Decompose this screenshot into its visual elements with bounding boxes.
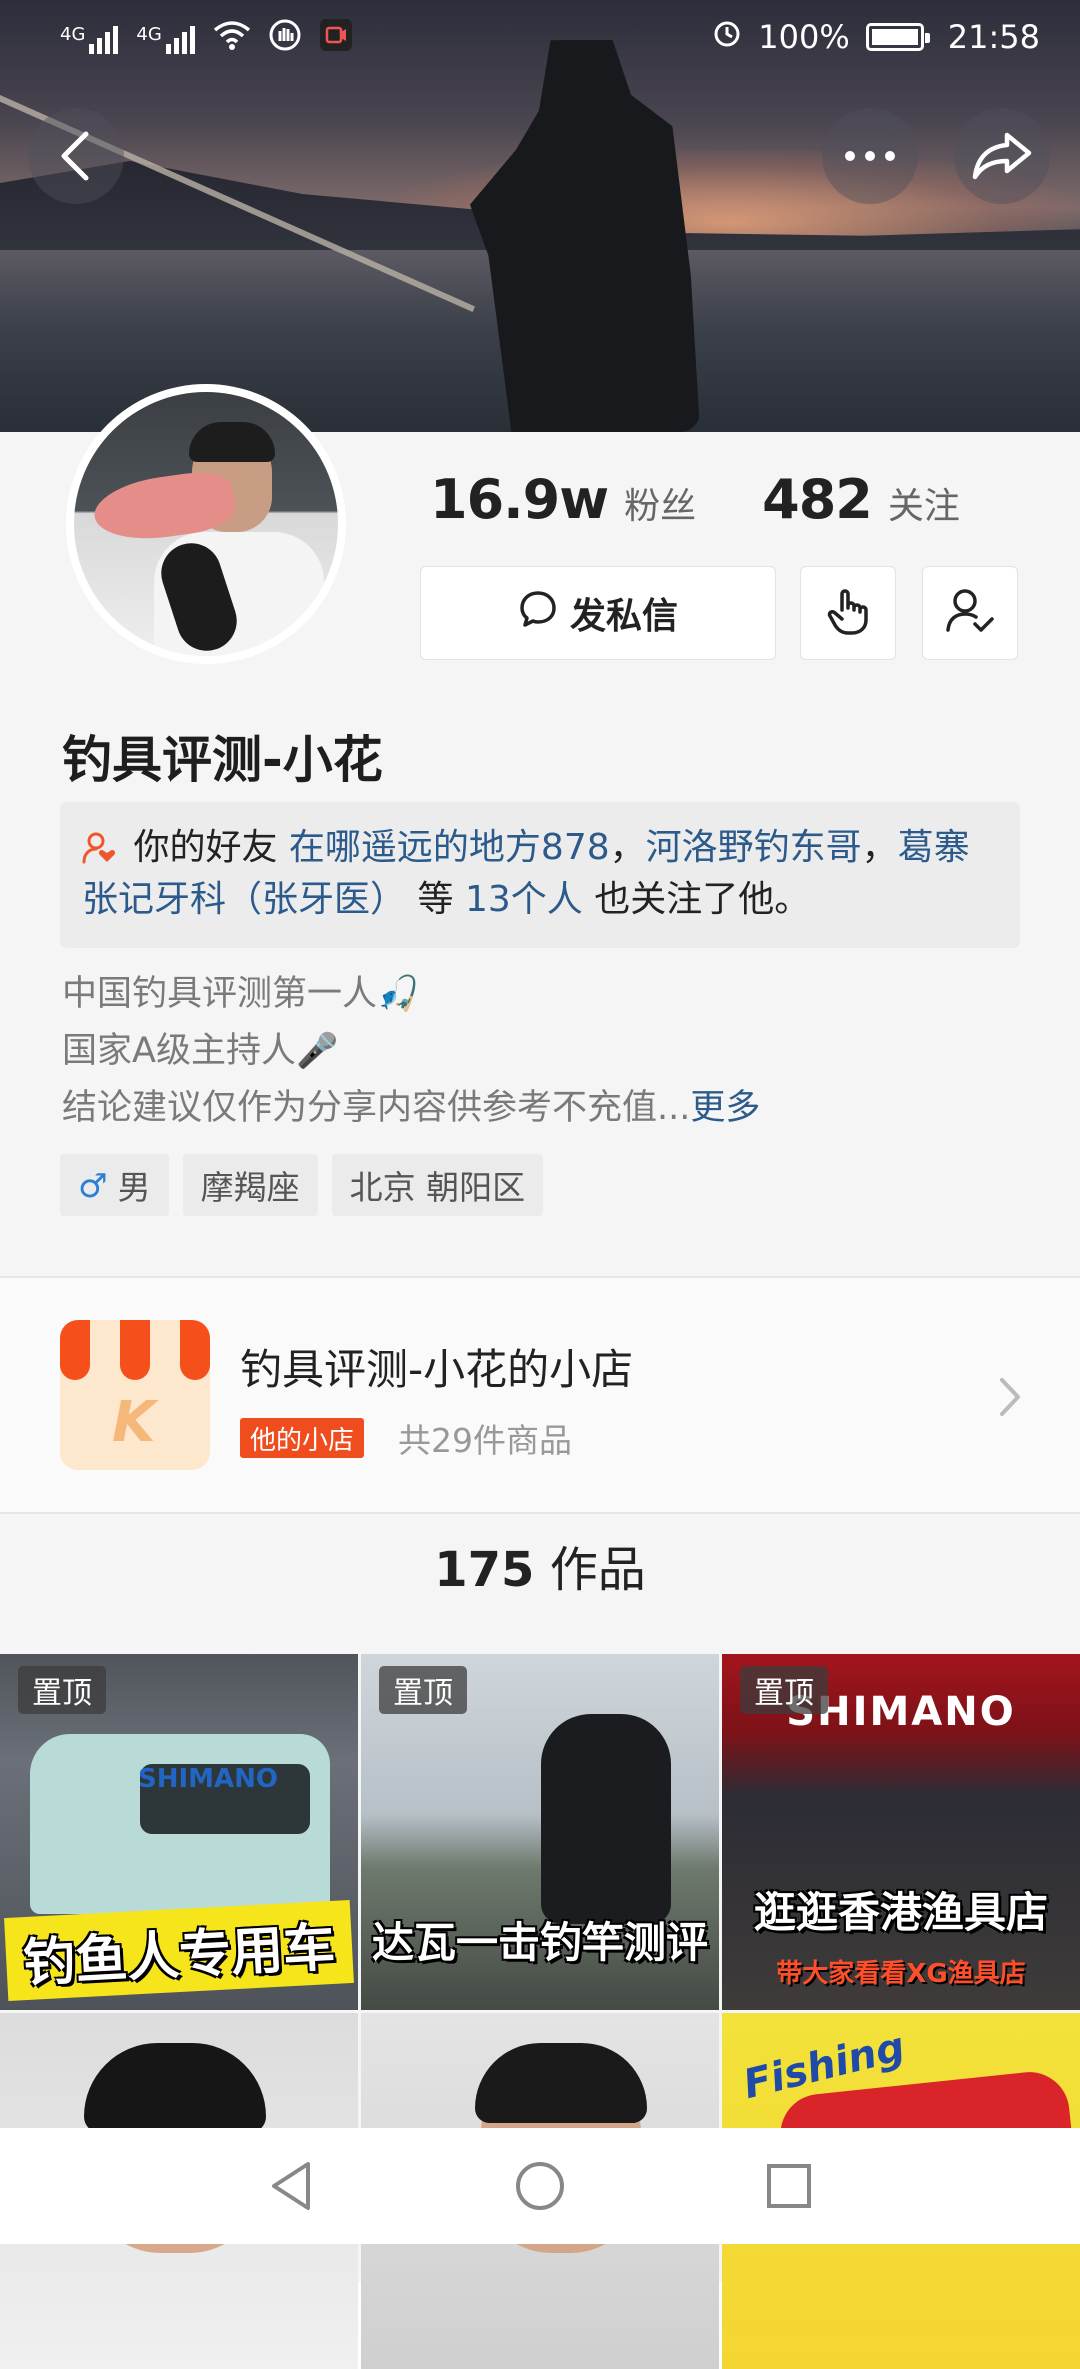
follow-status-button[interactable] [922,566,1018,660]
nav-recents-icon[interactable] [766,2163,812,2209]
friend-link-1[interactable]: 在哪遥远的地方878 [289,827,610,868]
battery-icon [865,23,930,51]
alarm-icon [712,18,742,56]
bio-line-1: 中国钓具评测第一人 [62,974,378,1014]
video-caption: 钓鱼人专用车 [4,1900,354,2001]
gender-tag: ♂ 男 [60,1154,169,1216]
zodiac-tag: 摩羯座 [182,1154,318,1216]
send-message-button[interactable]: 发私信 [420,566,776,660]
nav-back-icon[interactable] [268,2160,314,2212]
works-count: 175 [434,1542,535,1598]
system-nav-bar [0,2128,1080,2244]
bio-line-3: 结论建议仅作为分享内容供参考不充值... [62,1088,691,1128]
video-thumbnail[interactable]: 置顶 达瓦一击钓竿测评 [361,1654,719,2010]
more-button[interactable] [822,108,918,204]
clock-time: 21:58 [947,18,1040,56]
battery-percent: 100% [758,18,850,56]
video-thumbnail[interactable]: SHIMANO 置顶 钓鱼人专用车 [0,1654,358,2010]
video-caption: 达瓦一击钓竿测评 [371,1918,708,1967]
mutual-friends-box[interactable]: 你的好友 在哪遥远的地方878，河洛野钓东哥，葛寨张记牙科（张牙医） 等 13个… [60,802,1020,948]
friends-count-link[interactable]: 13个人 [465,879,583,920]
profile-name: 钓具评测-小花 [62,731,383,789]
signal-icon: 4G [60,24,119,54]
chevron-right-icon [998,1376,1022,1422]
following-label[interactable]: 关注 [888,477,960,529]
back-arrow-icon [56,128,96,184]
followers-count[interactable]: 16.9w [430,468,609,531]
fishing-icon: 🎣 [377,974,420,1014]
share-button[interactable] [954,108,1050,204]
works-label: 作品 [549,1542,646,1598]
avatar[interactable] [66,384,346,664]
status-bar: 4G 4G 100% 21:58 [0,0,1080,80]
shop-entry[interactable]: K 钓具评测-小花的小店 他的小店 共29件商品 [0,1276,1080,1514]
wifi-icon [213,20,251,57]
following-count[interactable]: 482 [762,468,873,531]
male-icon: ♂ [78,1165,108,1205]
bio-more-link[interactable]: 更多 [690,1088,760,1128]
shop-product-count: 共29件商品 [398,1421,572,1460]
bio-line-2: 国家A级主持人 [62,1031,296,1071]
friends-prefix: 你的好友 [133,827,278,868]
shop-store-icon: K [60,1320,210,1470]
record-icon [319,18,353,59]
hand-icon [269,19,301,58]
works-header: 175 作品 [0,1530,1080,1600]
pinned-badge: 置顶 [740,1666,828,1714]
nav-home-icon[interactable] [514,2160,566,2212]
shop-badge: 他的小店 [240,1418,365,1458]
video-subcaption: 带大家看看XG渔具店 [776,1959,1026,1989]
pinned-badge: 置顶 [379,1666,467,1714]
video-caption: 逛逛香港渔具店 [753,1888,1048,1937]
signal-icon-2: 4G [136,24,195,54]
pinned-badge: 置顶 [18,1666,106,1714]
send-message-label: 发私信 [569,596,678,637]
bio-text: 中国钓具评测第一人🎣 国家A级主持人🎤 结论建议仅作为分享内容供参考不充值...… [62,966,760,1137]
chat-bubble-icon [518,589,570,638]
more-dots-icon [842,149,898,163]
poke-button[interactable] [800,566,896,660]
friends-icon [82,827,133,868]
user-check-icon [945,586,995,640]
share-icon [971,131,1033,181]
profile-stats: 16.9w 粉丝 482 关注 [430,468,960,531]
tap-hand-icon [826,586,870,640]
shop-title: 钓具评测-小花的小店 [240,1345,634,1394]
friend-link-2[interactable]: 河洛野钓东哥 [646,827,862,868]
video-grid: SHIMANO 置顶 钓鱼人专用车 置顶 达瓦一击钓竿测评 SHIMANO 置顶… [0,1654,1080,2369]
microphone-icon: 🎤 [295,1031,339,1071]
video-thumbnail[interactable]: SHIMANO 置顶 逛逛香港渔具店 带大家看看XG渔具店 [722,1654,1080,2010]
profile-tags: ♂ 男 摩羯座 北京 朝阳区 [60,1154,544,1216]
back-button[interactable] [28,108,124,204]
followers-label[interactable]: 粉丝 [624,477,696,529]
location-tag: 北京 朝阳区 [331,1154,544,1216]
